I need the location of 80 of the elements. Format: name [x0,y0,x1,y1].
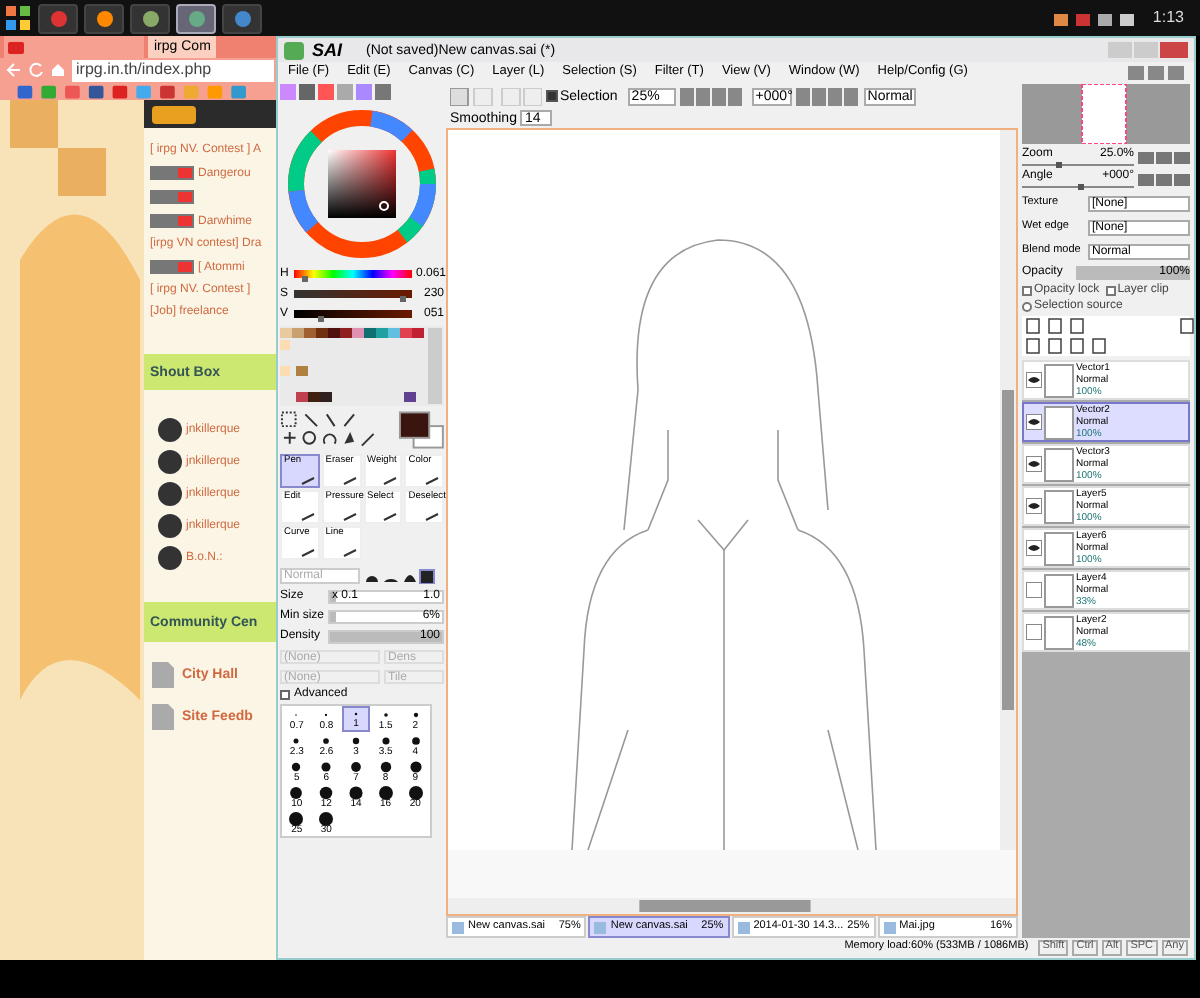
slider-thumb[interactable] [301,276,308,282]
app-icon [95,9,113,27]
avatar-icon [158,514,182,538]
brush-dot-icon [318,734,335,748]
tool-icon [299,548,316,558]
home-icon [50,62,66,79]
slider-thumb[interactable] [1078,184,1084,190]
taskbar-app-button[interactable] [38,3,78,33]
tool-icon [341,548,357,558]
slider-thumb[interactable] [317,316,324,322]
app-icon [49,9,67,27]
reload-icon [28,62,44,79]
brush-dot-icon [407,734,424,748]
window-controls [1108,41,1188,59]
brush-shape-icons [364,568,436,584]
brush-dot-icon [288,812,305,826]
brush-dot-icon [318,786,335,800]
tool-icon [299,476,316,486]
tool-icon [382,512,399,522]
tool-icon [424,512,440,522]
brush-dot-icon [347,734,364,748]
brush-dot-icon [288,786,305,800]
app-icon [141,9,159,27]
tool-icon [382,476,399,486]
brush-dot-icon [407,786,424,800]
slider-thumb[interactable] [400,296,407,302]
brush-dot-icon [347,760,364,774]
brush-dot-icon [347,786,364,800]
site-logo-icon [152,105,196,123]
tool-icon [299,512,316,522]
taskbar-app-button[interactable] [176,3,216,33]
brush-dot-icon [318,812,335,826]
tray-icons [1054,9,1135,27]
slider-thumb[interactable] [1055,162,1062,168]
address-field[interactable]: irpg.in.th/index.php [72,59,274,82]
avatar-icon [158,418,182,442]
taskbar-app-button[interactable] [84,3,124,33]
avatar-icon [158,450,182,474]
brush-dot-icon [377,734,394,748]
brush-dot-icon [377,760,394,774]
tag-badge-icon [150,260,194,274]
tag-badge-icon [150,166,194,180]
rotate-buttons-icons [795,87,860,105]
app-icon [233,9,251,27]
video-icon [8,41,24,53]
navigator-buttons-icons [1138,173,1190,185]
start-icon [4,4,32,32]
panel-tab-icons [280,84,392,102]
app-icon [187,9,205,27]
taskbar-app-button[interactable] [222,3,262,33]
selection-tools-icons [280,410,378,450]
tool-icon [341,476,357,486]
back-icon [6,62,22,79]
navigator-buttons-icons [1138,151,1190,163]
document-icon [152,704,174,730]
avatar-icon [158,482,182,506]
color-slider[interactable] [294,310,412,318]
tag-badge-icon [150,190,194,204]
zoom-buttons-icons [679,87,744,105]
app-icon [284,41,304,59]
avatar-icon [158,546,182,570]
taskbar-app-button[interactable] [130,3,170,33]
document-icon [152,662,174,688]
brush-dot-icon [318,760,335,774]
tool-icon [424,476,440,486]
tag-badge-icon [150,214,194,228]
document-icon [452,921,464,933]
clock: 1:13 [1150,10,1186,26]
window-controls [1128,66,1184,80]
brush-dot-icon [407,760,424,774]
brush-dot-icon [288,760,305,774]
color-slider[interactable] [294,290,412,298]
document-icon [594,921,607,933]
brush-dot-icon [377,786,394,800]
document-icon [883,921,896,933]
color-slider[interactable] [294,270,412,278]
toolbar-icons [450,87,542,105]
tool-icon [341,512,357,522]
app-logo: SAI [312,41,343,59]
document-icon [737,921,750,933]
